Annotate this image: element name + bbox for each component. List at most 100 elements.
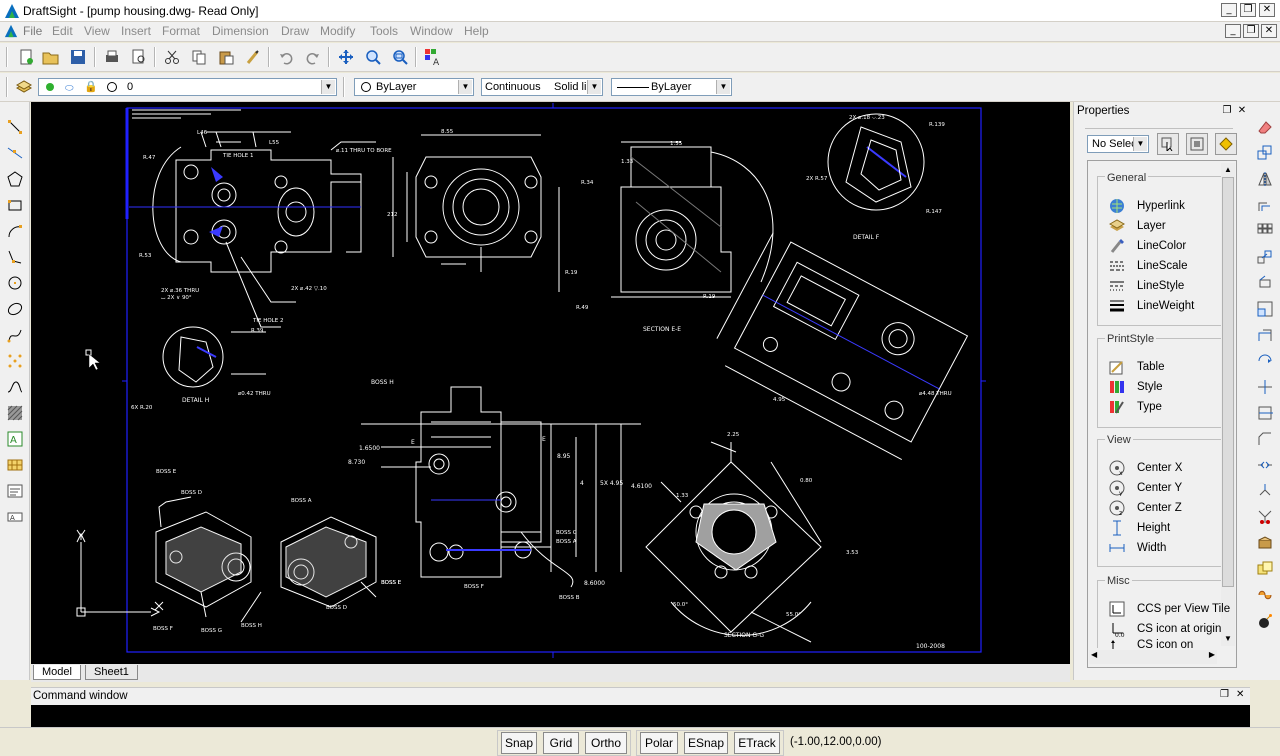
- grid-toggle[interactable]: Grid: [543, 732, 579, 754]
- menu-insert[interactable]: Insert: [121, 24, 151, 38]
- properties-scrollbar[interactable]: ▲ ▼: [1221, 163, 1235, 646]
- copy-entity-icon[interactable]: [1254, 142, 1276, 164]
- document-icon[interactable]: [4, 24, 18, 38]
- undo-icon[interactable]: [276, 47, 296, 67]
- drawing-canvas[interactable]: L46 L55 TIE HOLE 1 ⌀.11 THRU TO BORE TIE…: [31, 102, 1070, 664]
- eraser-icon[interactable]: [1254, 116, 1276, 138]
- pattern-icon[interactable]: [1254, 220, 1276, 242]
- print-icon[interactable]: [102, 47, 122, 67]
- scroll-up-icon[interactable]: ▲: [1221, 163, 1235, 177]
- note-icon[interactable]: [4, 480, 26, 502]
- paste-icon[interactable]: [216, 47, 236, 67]
- doc-minimize-button[interactable]: _: [1225, 24, 1241, 38]
- panel-float-button[interactable]: ❐: [1219, 105, 1235, 119]
- chevron-down-icon[interactable]: ▼: [458, 80, 472, 94]
- color-dropdown[interactable]: ByLayer ▼: [354, 78, 474, 96]
- polar-toggle[interactable]: Polar: [640, 732, 678, 754]
- prop-lineweight[interactable]: LineWeight: [1108, 297, 1194, 315]
- lineweight-dropdown[interactable]: ByLayer ▼: [611, 78, 732, 96]
- menu-window[interactable]: Window: [410, 24, 453, 38]
- prop-height[interactable]: Height: [1108, 519, 1170, 537]
- prop-cs-icon-origin[interactable]: 0,0 CS icon at origin: [1108, 620, 1221, 638]
- open-file-icon[interactable]: [41, 47, 61, 67]
- prop-linecolor[interactable]: LineColor: [1108, 237, 1186, 255]
- rotate-icon[interactable]: [1254, 272, 1276, 294]
- menu-help[interactable]: Help: [464, 24, 489, 38]
- match-properties-icon[interactable]: [243, 47, 263, 67]
- print-preview-icon[interactable]: [129, 47, 149, 67]
- stretch-icon[interactable]: [1254, 324, 1276, 346]
- point-icon[interactable]: [4, 350, 26, 372]
- prop-style[interactable]: Style: [1108, 378, 1163, 396]
- select-objects-icon[interactable]: [1157, 133, 1179, 155]
- layers-manager-icon[interactable]: A: [423, 47, 443, 67]
- zoom-icon[interactable]: [363, 47, 383, 67]
- scale-icon[interactable]: [1254, 298, 1276, 320]
- toolbar-grip[interactable]: [6, 47, 8, 67]
- fillet-icon[interactable]: [1254, 506, 1276, 528]
- prop-layer[interactable]: Layer: [1108, 217, 1166, 235]
- prop-cs-icon-on[interactable]: CS icon on: [1108, 639, 1193, 649]
- prop-linescale[interactable]: LineScale: [1108, 257, 1188, 275]
- menu-format[interactable]: Format: [162, 24, 200, 38]
- zoom-window-icon[interactable]: [390, 47, 410, 67]
- save-icon[interactable]: [68, 47, 88, 67]
- chevron-down-icon[interactable]: ▼: [321, 80, 335, 94]
- menu-file[interactable]: File: [23, 24, 42, 38]
- spline-icon[interactable]: [4, 324, 26, 346]
- esnap-toggle[interactable]: ESnap: [684, 732, 728, 754]
- scroll-right-icon[interactable]: ▶: [1209, 650, 1215, 659]
- simple-note-icon[interactable]: A: [4, 506, 26, 528]
- move-icon[interactable]: [1254, 246, 1276, 268]
- new-file-icon[interactable]: [16, 47, 36, 67]
- scroll-down-icon[interactable]: ▼: [1221, 632, 1235, 646]
- ellipse-icon[interactable]: [4, 298, 26, 320]
- circle-icon[interactable]: [4, 272, 26, 294]
- menu-tools[interactable]: Tools: [370, 24, 398, 38]
- menu-draw[interactable]: Draw: [281, 24, 309, 38]
- offset-icon[interactable]: [1254, 194, 1276, 216]
- chevron-down-icon[interactable]: ▼: [716, 80, 730, 94]
- layer-dropdown[interactable]: ⬭ 🔒 0 ▼: [38, 78, 337, 96]
- tab-model[interactable]: Model: [33, 665, 81, 680]
- toolbar-grip[interactable]: [6, 77, 8, 97]
- bomb-icon[interactable]: [1254, 610, 1276, 632]
- etrack-toggle[interactable]: ETrack: [734, 732, 780, 754]
- doc-close-button[interactable]: ✕: [1261, 24, 1277, 38]
- command-close-button[interactable]: ✕: [1236, 689, 1244, 700]
- pan-icon[interactable]: [336, 47, 356, 67]
- prop-hyperlink[interactable]: Hyperlink: [1108, 197, 1185, 215]
- redo-icon[interactable]: [303, 47, 323, 67]
- cut-icon[interactable]: [162, 47, 182, 67]
- menu-edit[interactable]: Edit: [52, 24, 73, 38]
- prop-center-z[interactable]: z Center Z: [1108, 499, 1182, 517]
- mirror-icon[interactable]: [1254, 168, 1276, 190]
- prop-width[interactable]: Width: [1108, 539, 1166, 557]
- restore-button[interactable]: ❐: [1240, 3, 1256, 17]
- hatch-icon[interactable]: [4, 402, 26, 424]
- break-icon[interactable]: [1254, 454, 1276, 476]
- quick-select-icon[interactable]: [1186, 133, 1208, 155]
- menu-modify[interactable]: Modify: [320, 24, 355, 38]
- minimize-button[interactable]: _: [1221, 3, 1237, 17]
- drawing-view[interactable]: L46 L55 TIE HOLE 1 ⌀.11 THRU TO BORE TIE…: [31, 102, 1070, 664]
- table-icon[interactable]: [4, 454, 26, 476]
- menu-view[interactable]: View: [84, 24, 110, 38]
- selection-dropdown[interactable]: No Selec ▼: [1087, 135, 1149, 153]
- close-window-button[interactable]: ✕: [1259, 3, 1275, 17]
- ortho-toggle[interactable]: Ortho: [585, 732, 627, 754]
- snap-toggle[interactable]: Snap: [501, 732, 537, 754]
- prop-type[interactable]: Type: [1108, 398, 1162, 416]
- linetype-dropdown[interactable]: Continuous Solid li ▼: [481, 78, 603, 96]
- toggle-pickadd-icon[interactable]: [1215, 133, 1237, 155]
- copy-icon[interactable]: [189, 47, 209, 67]
- polyline-icon[interactable]: [4, 246, 26, 268]
- scrollbar-thumb[interactable]: [1222, 177, 1234, 587]
- rectangle-icon[interactable]: [4, 194, 26, 216]
- extend-icon[interactable]: [1254, 402, 1276, 424]
- command-float-button[interactable]: ❐: [1220, 689, 1229, 700]
- explode-icon[interactable]: [1254, 532, 1276, 554]
- lengthen-icon[interactable]: [1254, 350, 1276, 372]
- properties-hscrollbar[interactable]: ◀ ▶: [1089, 650, 1217, 664]
- chamfer-icon[interactable]: [1254, 428, 1276, 450]
